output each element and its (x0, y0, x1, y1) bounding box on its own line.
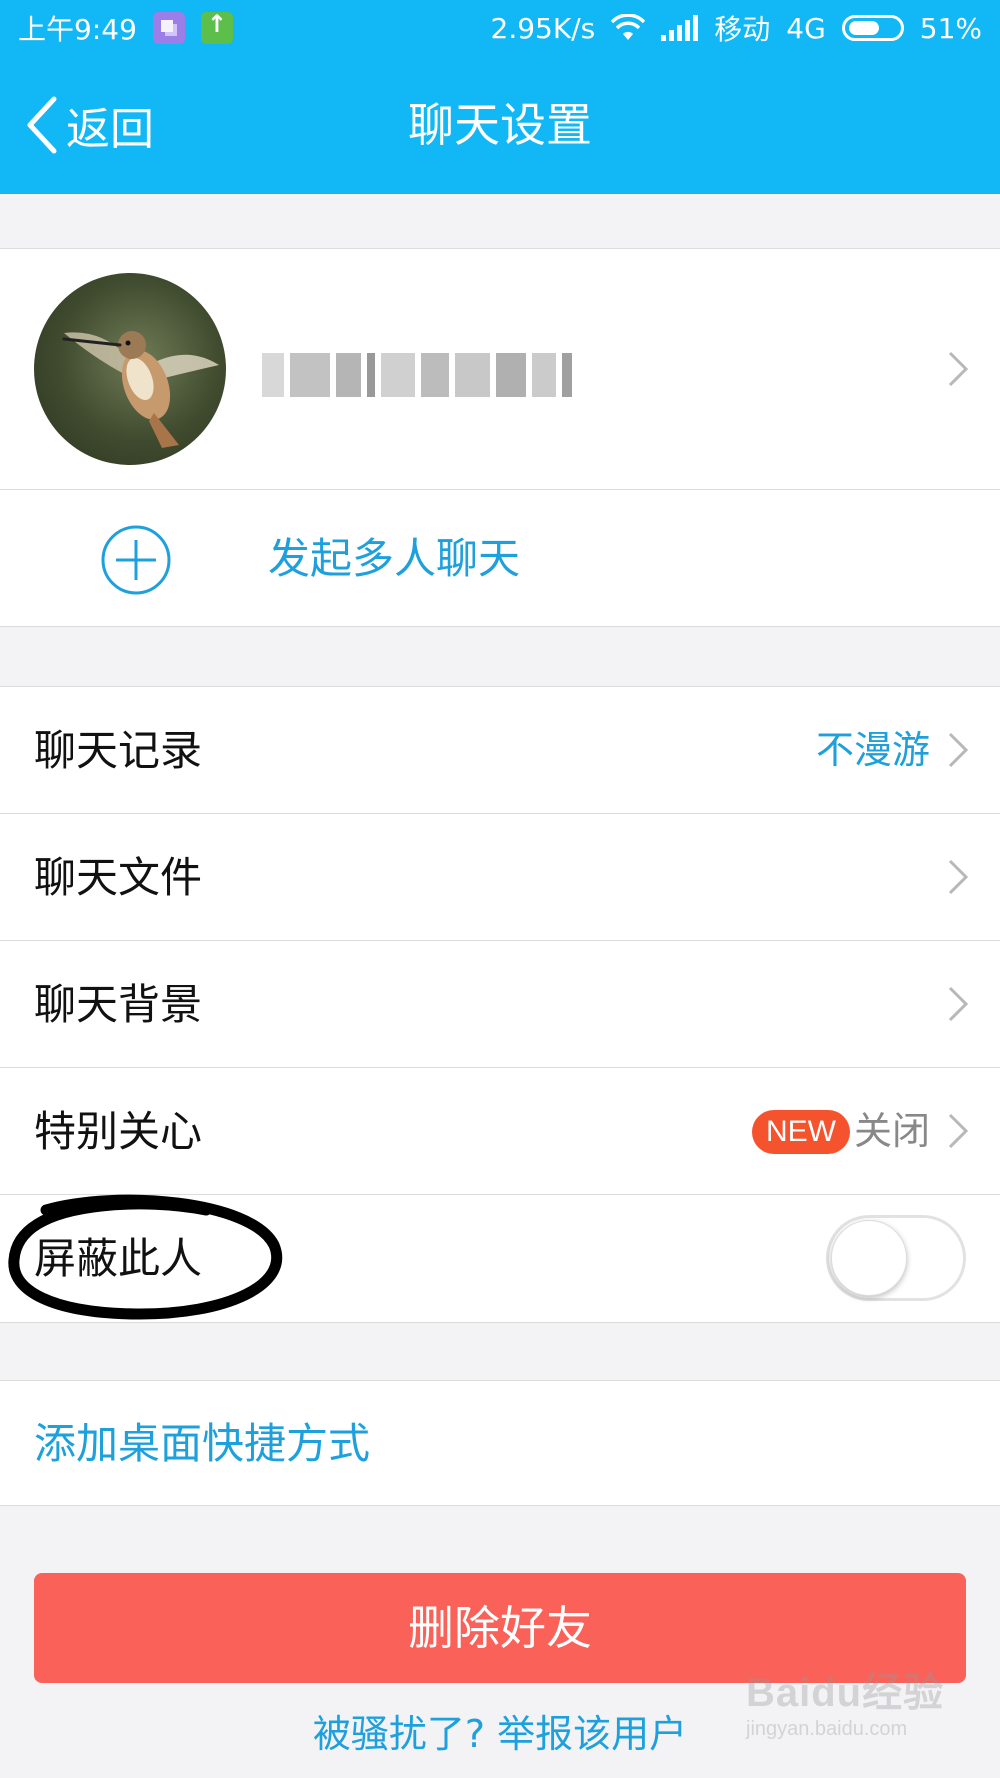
new-badge: NEW (752, 1110, 850, 1154)
chat-history-value: 不漫游 (815, 728, 930, 772)
net-speed: 2.95K/s (490, 11, 596, 45)
network-type: 4G (786, 11, 826, 45)
add-shortcut-label: 添加桌面快捷方式 (34, 1419, 371, 1468)
app-notification-icon (152, 12, 185, 44)
chevron-right-icon (948, 859, 969, 895)
chat-background-label: 聊天背景 (34, 980, 203, 1029)
upload-notification-icon (200, 10, 233, 44)
chat-files-label: 聊天文件 (34, 853, 203, 902)
chat-history-label: 聊天记录 (34, 726, 203, 775)
block-user-toggle[interactable] (826, 1215, 966, 1301)
chevron-right-icon (948, 732, 969, 768)
page-title: 聊天设置 (408, 98, 592, 152)
start-group-chat-label: 发起多人聊天 (268, 534, 521, 583)
signal-icon (661, 15, 699, 41)
chat-files-row[interactable]: 聊天文件 (0, 814, 1000, 941)
chevron-right-icon (948, 1113, 969, 1149)
special-care-row[interactable]: 特别关心 NEW 关闭 (0, 1068, 1000, 1195)
avatar[interactable] (34, 273, 226, 465)
battery-level: 51% (919, 11, 982, 45)
settings-group: 聊天记录 不漫游 聊天文件 聊天背景 特别关心 NEW 关闭 屏蔽此人 (0, 686, 1000, 1323)
baidu-watermark: Baidu经验 jingyan.baidu.com (746, 1660, 946, 1770)
battery-icon (841, 15, 904, 41)
profile-row[interactable] (0, 248, 1000, 490)
wifi-icon (611, 14, 646, 40)
nickname-blurred (262, 347, 572, 403)
chat-history-row[interactable]: 聊天记录 不漫游 (0, 687, 1000, 814)
watermark-url: jingyan.baidu.com (746, 1718, 908, 1740)
block-user-row: 屏蔽此人 (0, 1195, 1000, 1322)
block-user-label: 屏蔽此人 (34, 1234, 203, 1283)
toggle-knob (831, 1220, 907, 1296)
start-group-chat-row[interactable]: 发起多人聊天 (0, 490, 1000, 627)
chat-background-row[interactable]: 聊天背景 (0, 941, 1000, 1068)
add-shortcut-row[interactable]: 添加桌面快捷方式 (0, 1380, 1000, 1506)
plus-circle-icon (101, 525, 171, 595)
nav-bar: 返回 聊天设置 (0, 56, 1000, 194)
special-care-value: 关闭 (853, 1109, 930, 1153)
watermark-brand: Baidu经验 (746, 1671, 945, 1715)
hummingbird-image (62, 331, 219, 448)
status-bar: 上午9:49 2.95K/s 移动 4G 51% (0, 0, 1000, 56)
chevron-right-icon (948, 351, 969, 387)
special-care-label: 特别关心 (34, 1107, 203, 1156)
carrier-name: 移动 (714, 13, 771, 46)
status-time: 上午9:49 (18, 13, 137, 46)
chevron-right-icon (948, 986, 969, 1022)
